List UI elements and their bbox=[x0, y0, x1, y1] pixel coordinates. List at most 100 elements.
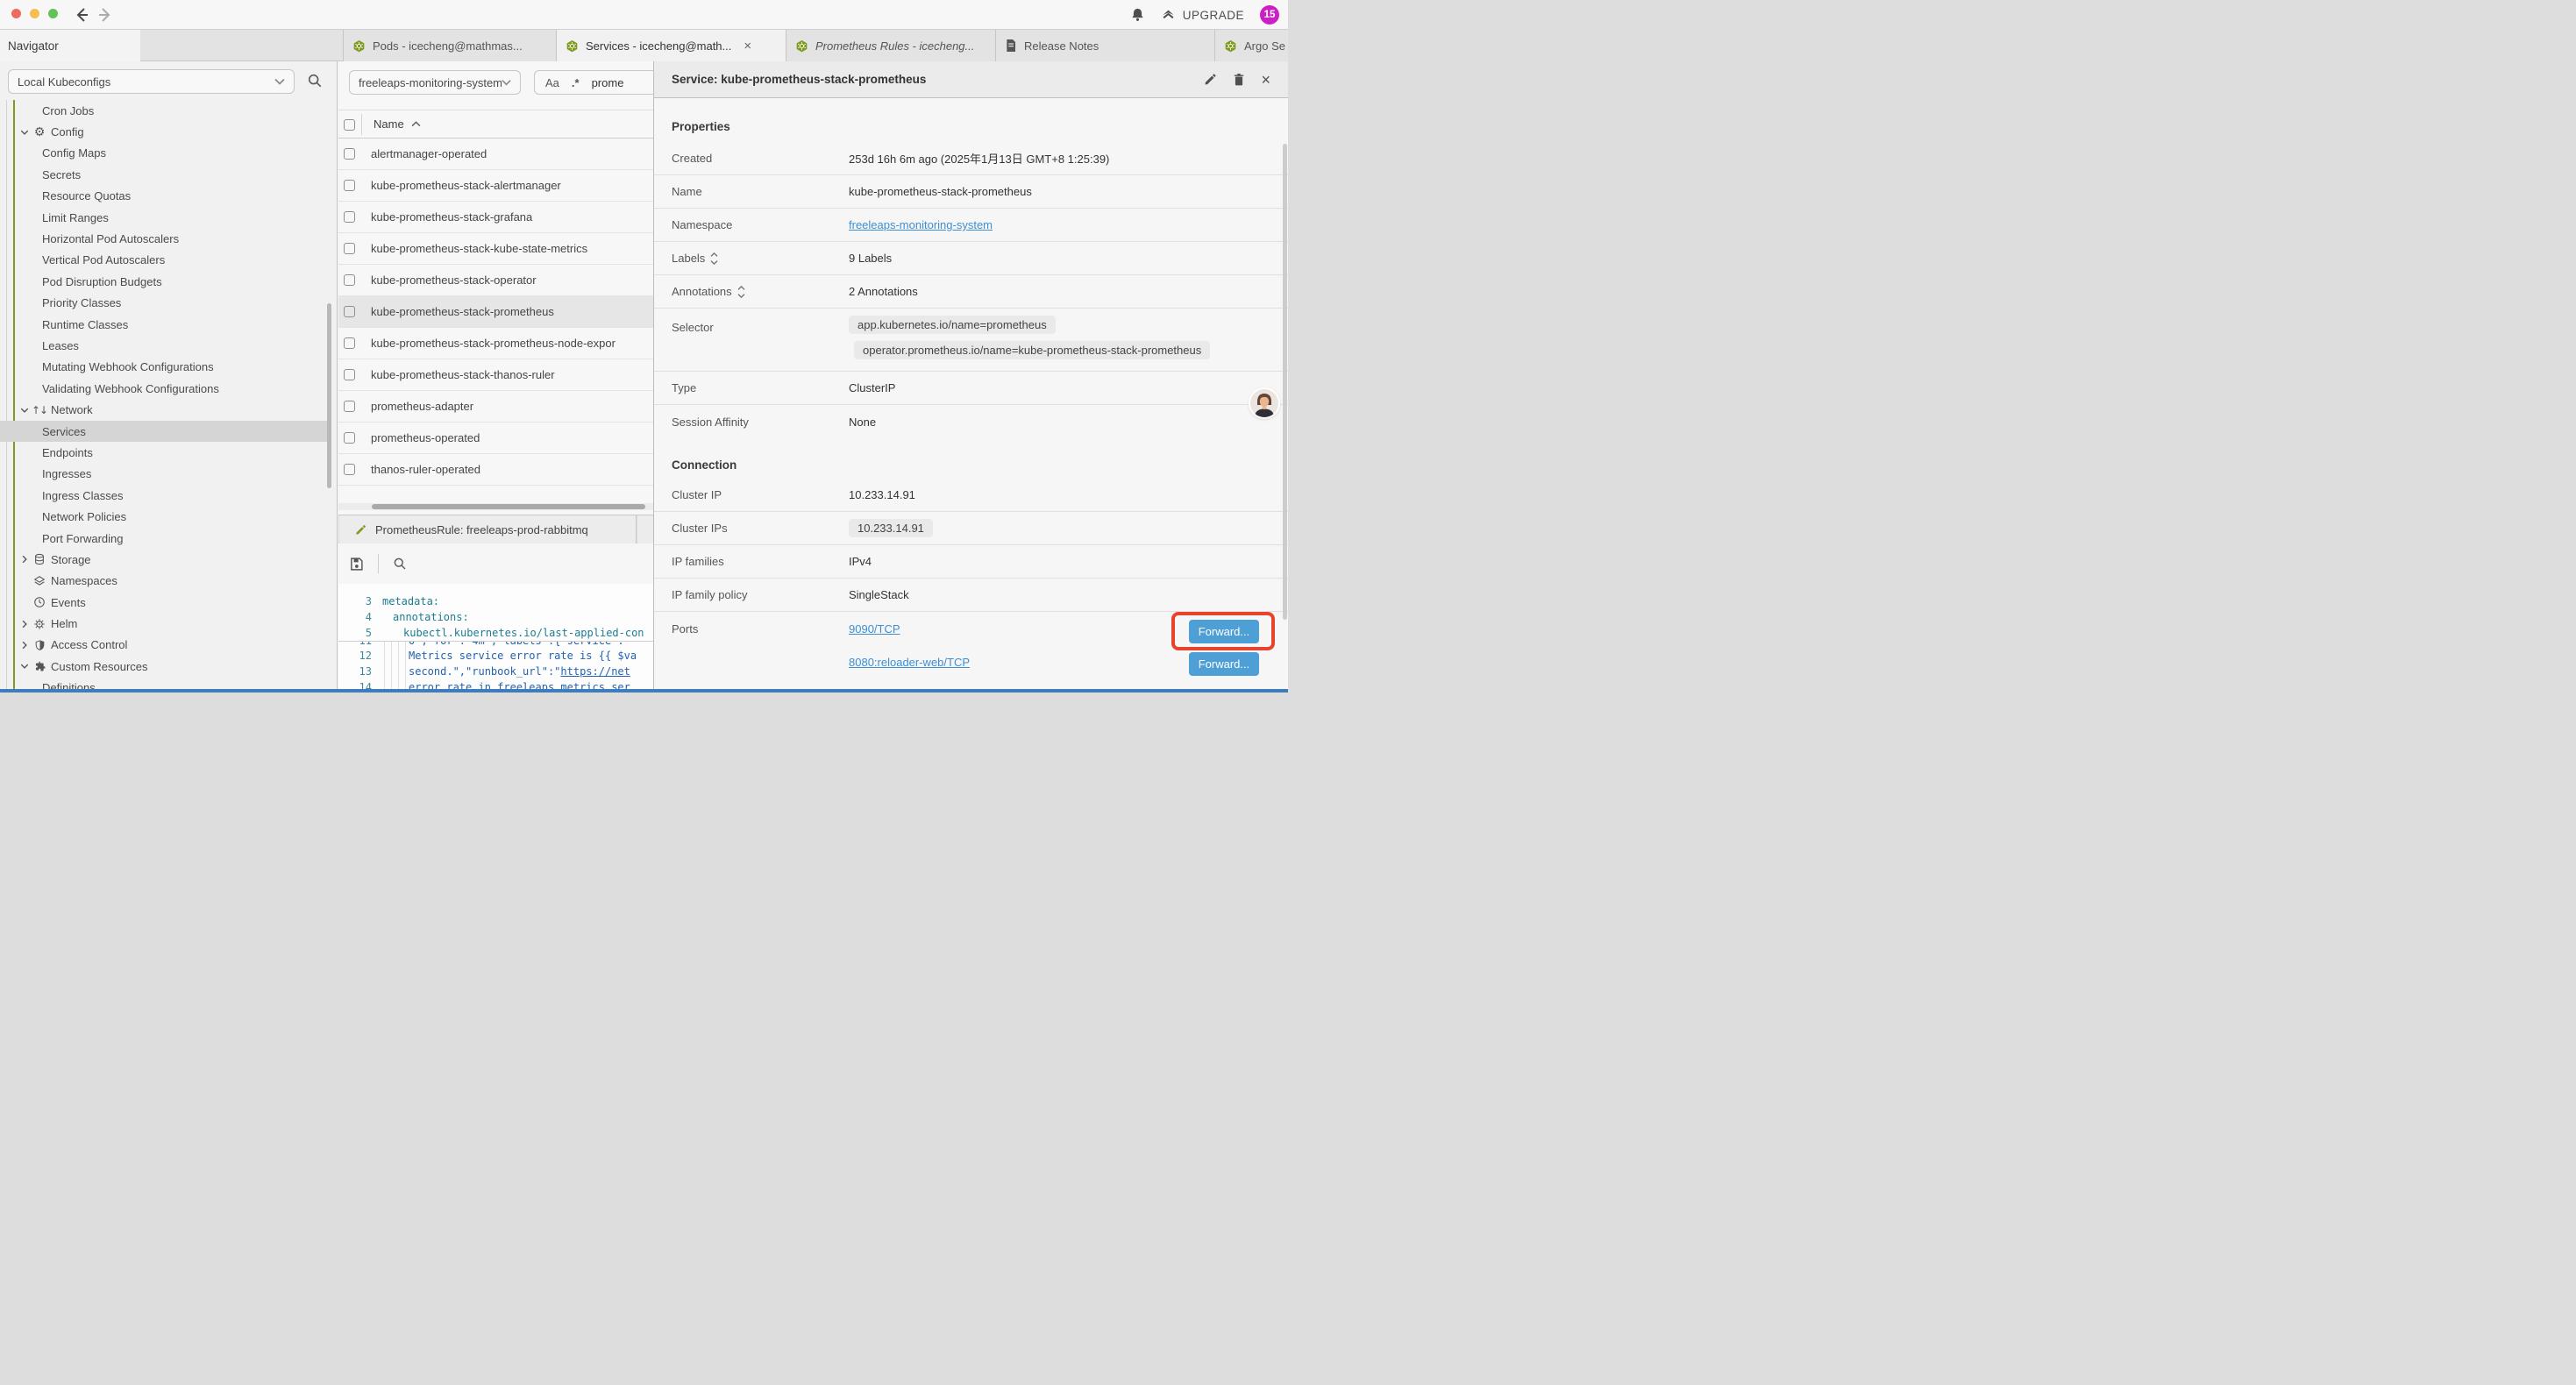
sidebar-search-icon[interactable] bbox=[307, 73, 323, 89]
line-text: kubectl.kubernetes.io/last-applied-con bbox=[403, 625, 644, 641]
sidebar-item-ingress-classes[interactable]: Ingress Classes bbox=[0, 485, 330, 506]
maximize-window-button[interactable] bbox=[48, 9, 58, 18]
row-checkbox[interactable] bbox=[344, 337, 355, 349]
tab-argo[interactable]: Argo Se bbox=[1214, 30, 1288, 61]
ports-row: Ports 9090/TCP 8080:reloader-web/TCP For… bbox=[654, 612, 1288, 689]
row-checkbox[interactable] bbox=[344, 274, 355, 286]
sidebar-item-pod-disruption-budgets[interactable]: Pod Disruption Budgets bbox=[0, 271, 330, 292]
row-checkbox[interactable] bbox=[344, 243, 355, 254]
port-link-9090[interactable]: 9090/TCP bbox=[849, 622, 900, 636]
chevron-down-icon bbox=[274, 78, 285, 85]
sidebar-item-config-maps[interactable]: Config Maps bbox=[0, 143, 330, 164]
service-name-cell: alertmanager-operated bbox=[371, 147, 487, 160]
upgrade-button[interactable]: UPGRADE bbox=[1161, 8, 1244, 22]
sidebar-item-events[interactable]: Events bbox=[0, 592, 330, 613]
sidebar-item-mutating-webhook-configurations[interactable]: Mutating Webhook Configurations bbox=[0, 357, 330, 378]
minimize-window-button[interactable] bbox=[30, 9, 39, 18]
horizontal-scrollbar[interactable] bbox=[338, 503, 654, 510]
sidebar-item-custom-resources[interactable]: Custom Resources bbox=[0, 656, 330, 677]
back-arrow-icon[interactable] bbox=[73, 6, 90, 24]
sidebar-item-label: Services bbox=[42, 425, 86, 438]
row-checkbox[interactable] bbox=[344, 211, 355, 223]
save-icon[interactable] bbox=[349, 557, 364, 572]
sidebar-item-ingresses[interactable]: Ingresses bbox=[0, 464, 330, 485]
line-number: 3 bbox=[338, 593, 372, 609]
sidebar-item-runtime-classes[interactable]: Runtime Classes bbox=[0, 314, 330, 335]
row-checkbox[interactable] bbox=[344, 148, 355, 160]
sidebar-item-access-control[interactable]: Access Control bbox=[0, 635, 330, 656]
close-window-button[interactable] bbox=[11, 9, 21, 18]
notification-bell-icon[interactable] bbox=[1130, 7, 1145, 23]
close-tab-icon[interactable]: × bbox=[744, 39, 751, 53]
sidebar-item-network-policies[interactable]: Network Policies bbox=[0, 506, 330, 527]
line-number: 13 bbox=[338, 664, 372, 679]
sidebar-item-priority-classes[interactable]: Priority Classes bbox=[0, 293, 330, 314]
sidebar-item-label: Leases bbox=[42, 339, 79, 352]
chevron-down-icon[interactable] bbox=[18, 405, 32, 416]
tab-pods[interactable]: Pods - icecheng@mathmas... bbox=[343, 30, 556, 61]
expand-collapse-icon[interactable] bbox=[710, 252, 718, 265]
sidebar-item-helm[interactable]: Helm bbox=[0, 613, 330, 634]
select-all-checkbox[interactable] bbox=[344, 119, 355, 131]
sidebar-item-network[interactable]: ↑↓Network bbox=[0, 399, 330, 420]
port-link-8080[interactable]: 8080:reloader-web/TCP bbox=[849, 656, 970, 669]
sidebar-item-leases[interactable]: Leases bbox=[0, 335, 330, 356]
chevron-right-icon[interactable] bbox=[18, 640, 32, 650]
sidebar-item-port-forwarding[interactable]: Port Forwarding bbox=[0, 528, 330, 549]
navigator-panel-tab[interactable]: Navigator bbox=[0, 30, 140, 61]
sidebar-item-secrets[interactable]: Secrets bbox=[0, 164, 330, 185]
sidebar-item-config[interactable]: ⚙Config bbox=[0, 121, 330, 142]
row-checkbox[interactable] bbox=[344, 432, 355, 444]
expand-collapse-icon[interactable] bbox=[737, 286, 745, 298]
sidebar-item-endpoints[interactable]: Endpoints bbox=[0, 442, 330, 463]
sidebar-item-resource-quotas[interactable]: Resource Quotas bbox=[0, 186, 330, 207]
tab-services[interactable]: Services - icecheng@math...× bbox=[556, 30, 786, 61]
sidebar-item-vertical-pod-autoscalers[interactable]: Vertical Pod Autoscalers bbox=[0, 250, 330, 271]
sidebar-item-cron-jobs[interactable]: Cron Jobs bbox=[0, 100, 330, 121]
chevron-down-icon[interactable] bbox=[18, 127, 32, 138]
chevron-down-icon[interactable] bbox=[18, 661, 32, 671]
sidebar-item-limit-ranges[interactable]: Limit Ranges bbox=[0, 207, 330, 228]
service-name-cell: prometheus-operated bbox=[371, 431, 480, 444]
sidebar-item-definitions[interactable]: Definitions bbox=[0, 678, 330, 689]
sidebar-item-label: Events bbox=[51, 596, 86, 609]
sidebar-item-services[interactable]: Services bbox=[0, 421, 330, 442]
sidebar-scrollbar[interactable] bbox=[327, 303, 331, 488]
sidebar-item-label: Helm bbox=[51, 617, 77, 630]
horizontal-scrollbar-thumb[interactable] bbox=[372, 504, 645, 509]
row-checkbox[interactable] bbox=[344, 180, 355, 191]
namespace-selector[interactable]: freeleaps-monitoring-system bbox=[349, 70, 521, 95]
search-query[interactable]: prome bbox=[592, 76, 624, 89]
close-icon[interactable]: × bbox=[1261, 72, 1270, 88]
regex-toggle[interactable]: .* bbox=[572, 76, 580, 89]
forward-arrow-icon[interactable] bbox=[96, 6, 114, 24]
tab-prometheus[interactable]: Prometheus Rules - icecheng... bbox=[786, 30, 995, 61]
delete-trash-icon[interactable] bbox=[1233, 73, 1245, 87]
chevron-right-icon[interactable] bbox=[18, 554, 32, 565]
column-header-name[interactable]: Name bbox=[374, 117, 421, 131]
sidebar-item-horizontal-pod-autoscalers[interactable]: Horizontal Pod Autoscalers bbox=[0, 228, 330, 249]
row-checkbox[interactable] bbox=[344, 401, 355, 412]
avatar[interactable] bbox=[1250, 389, 1278, 417]
kubernetes-icon bbox=[795, 39, 808, 53]
line-text: metadata: bbox=[382, 593, 439, 609]
sidebar-item-validating-webhook-configurations[interactable]: Validating Webhook Configurations bbox=[0, 378, 330, 399]
session-affinity-row: Session Affinity None bbox=[654, 405, 1288, 438]
editor-search-icon[interactable] bbox=[393, 557, 407, 571]
row-checkbox[interactable] bbox=[344, 306, 355, 317]
sidebar-item-namespaces[interactable]: Namespaces bbox=[0, 571, 330, 592]
forward-button[interactable]: Forward... bbox=[1189, 652, 1259, 676]
chevron-right-icon[interactable] bbox=[18, 619, 32, 629]
sidebar-item-storage[interactable]: Storage bbox=[0, 549, 330, 570]
namespace-link[interactable]: freeleaps-monitoring-system bbox=[849, 218, 993, 231]
kubeconfig-selector[interactable]: Local Kubeconfigs bbox=[8, 69, 295, 94]
details-scrollbar[interactable] bbox=[1283, 144, 1287, 620]
dock-tab-prometheusrule[interactable]: PrometheusRule: freeleaps-prod-rabbitmq bbox=[339, 515, 637, 543]
match-case-toggle[interactable]: Aa bbox=[545, 76, 559, 89]
service-name-cell: prometheus-adapter bbox=[371, 400, 473, 413]
tab-release[interactable]: Release Notes bbox=[995, 30, 1214, 61]
row-checkbox[interactable] bbox=[344, 369, 355, 380]
row-checkbox[interactable] bbox=[344, 464, 355, 475]
notification-count-badge[interactable]: 15 bbox=[1260, 5, 1279, 25]
edit-pencil-icon[interactable] bbox=[1204, 73, 1217, 86]
